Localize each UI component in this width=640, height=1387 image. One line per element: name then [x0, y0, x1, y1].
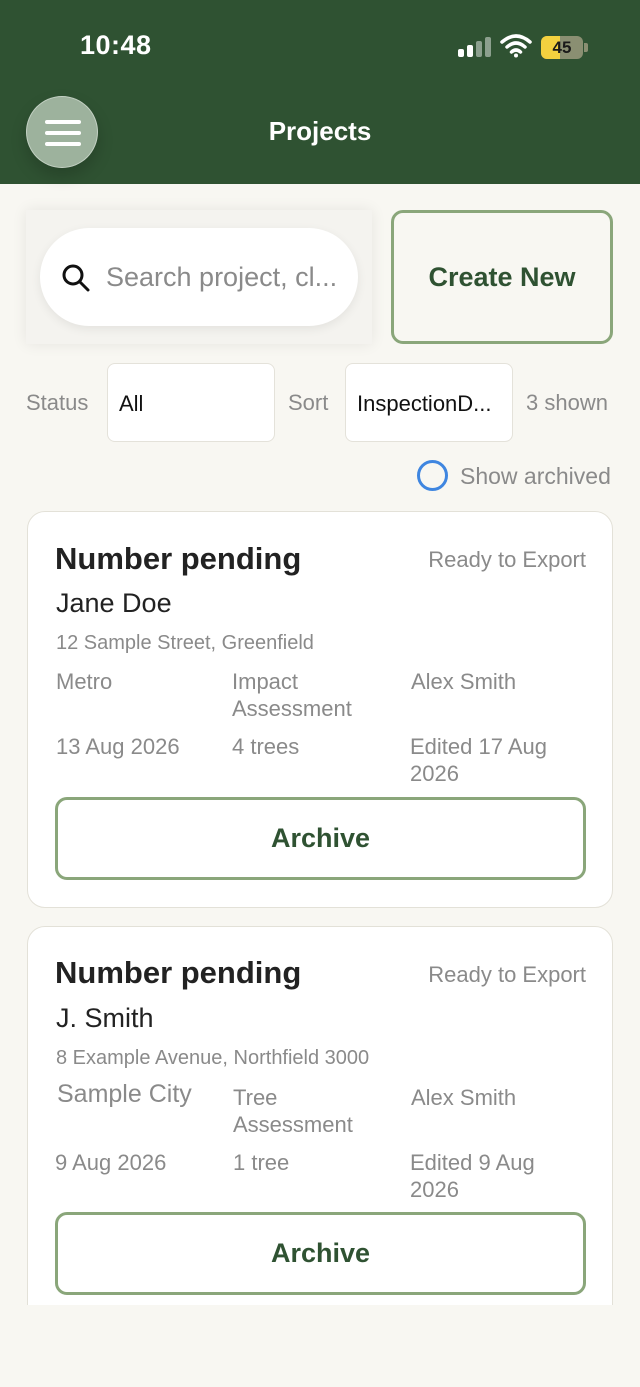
project-status: Ready to Export — [428, 547, 586, 572]
archive-button[interactable]: Archive — [55, 1212, 586, 1295]
project-number: Number pending — [55, 955, 302, 990]
project-assessor: Alex Smith — [411, 1085, 517, 1110]
project-type: Tree Assessment — [233, 1085, 353, 1137]
project-card[interactable]: Number pending Ready to Export Jane Doe … — [27, 511, 613, 908]
project-region: Metro — [56, 669, 113, 694]
project-status: Ready to Export — [428, 962, 586, 987]
project-date: 9 Aug 2026 — [55, 1150, 167, 1175]
project-edited: Edited 9 Aug 2026 — [410, 1150, 535, 1202]
project-tree-count: 1 tree — [233, 1150, 290, 1175]
project-address: 8 Example Avenue, Northfield 3000 — [56, 1047, 370, 1069]
project-assessor: Alex Smith — [411, 669, 517, 694]
project-address: 12 Sample Street, Greenfield — [56, 632, 314, 654]
project-region: Sample City — [57, 1080, 192, 1108]
project-list: Number pending Ready to Export Jane Doe … — [0, 0, 640, 1305]
project-type: Impact Assessment — [232, 669, 352, 721]
project-number: Number pending — [55, 541, 302, 576]
project-date: 13 Aug 2026 — [56, 734, 180, 759]
project-card[interactable]: Number pending Ready to Export J. Smith … — [27, 926, 613, 1305]
project-client: Jane Doe — [56, 588, 172, 618]
project-tree-count: 4 trees — [232, 734, 300, 759]
archive-button[interactable]: Archive — [55, 797, 586, 880]
project-edited: Edited 17 Aug 2026 — [410, 734, 548, 786]
project-client: J. Smith — [56, 1003, 154, 1033]
